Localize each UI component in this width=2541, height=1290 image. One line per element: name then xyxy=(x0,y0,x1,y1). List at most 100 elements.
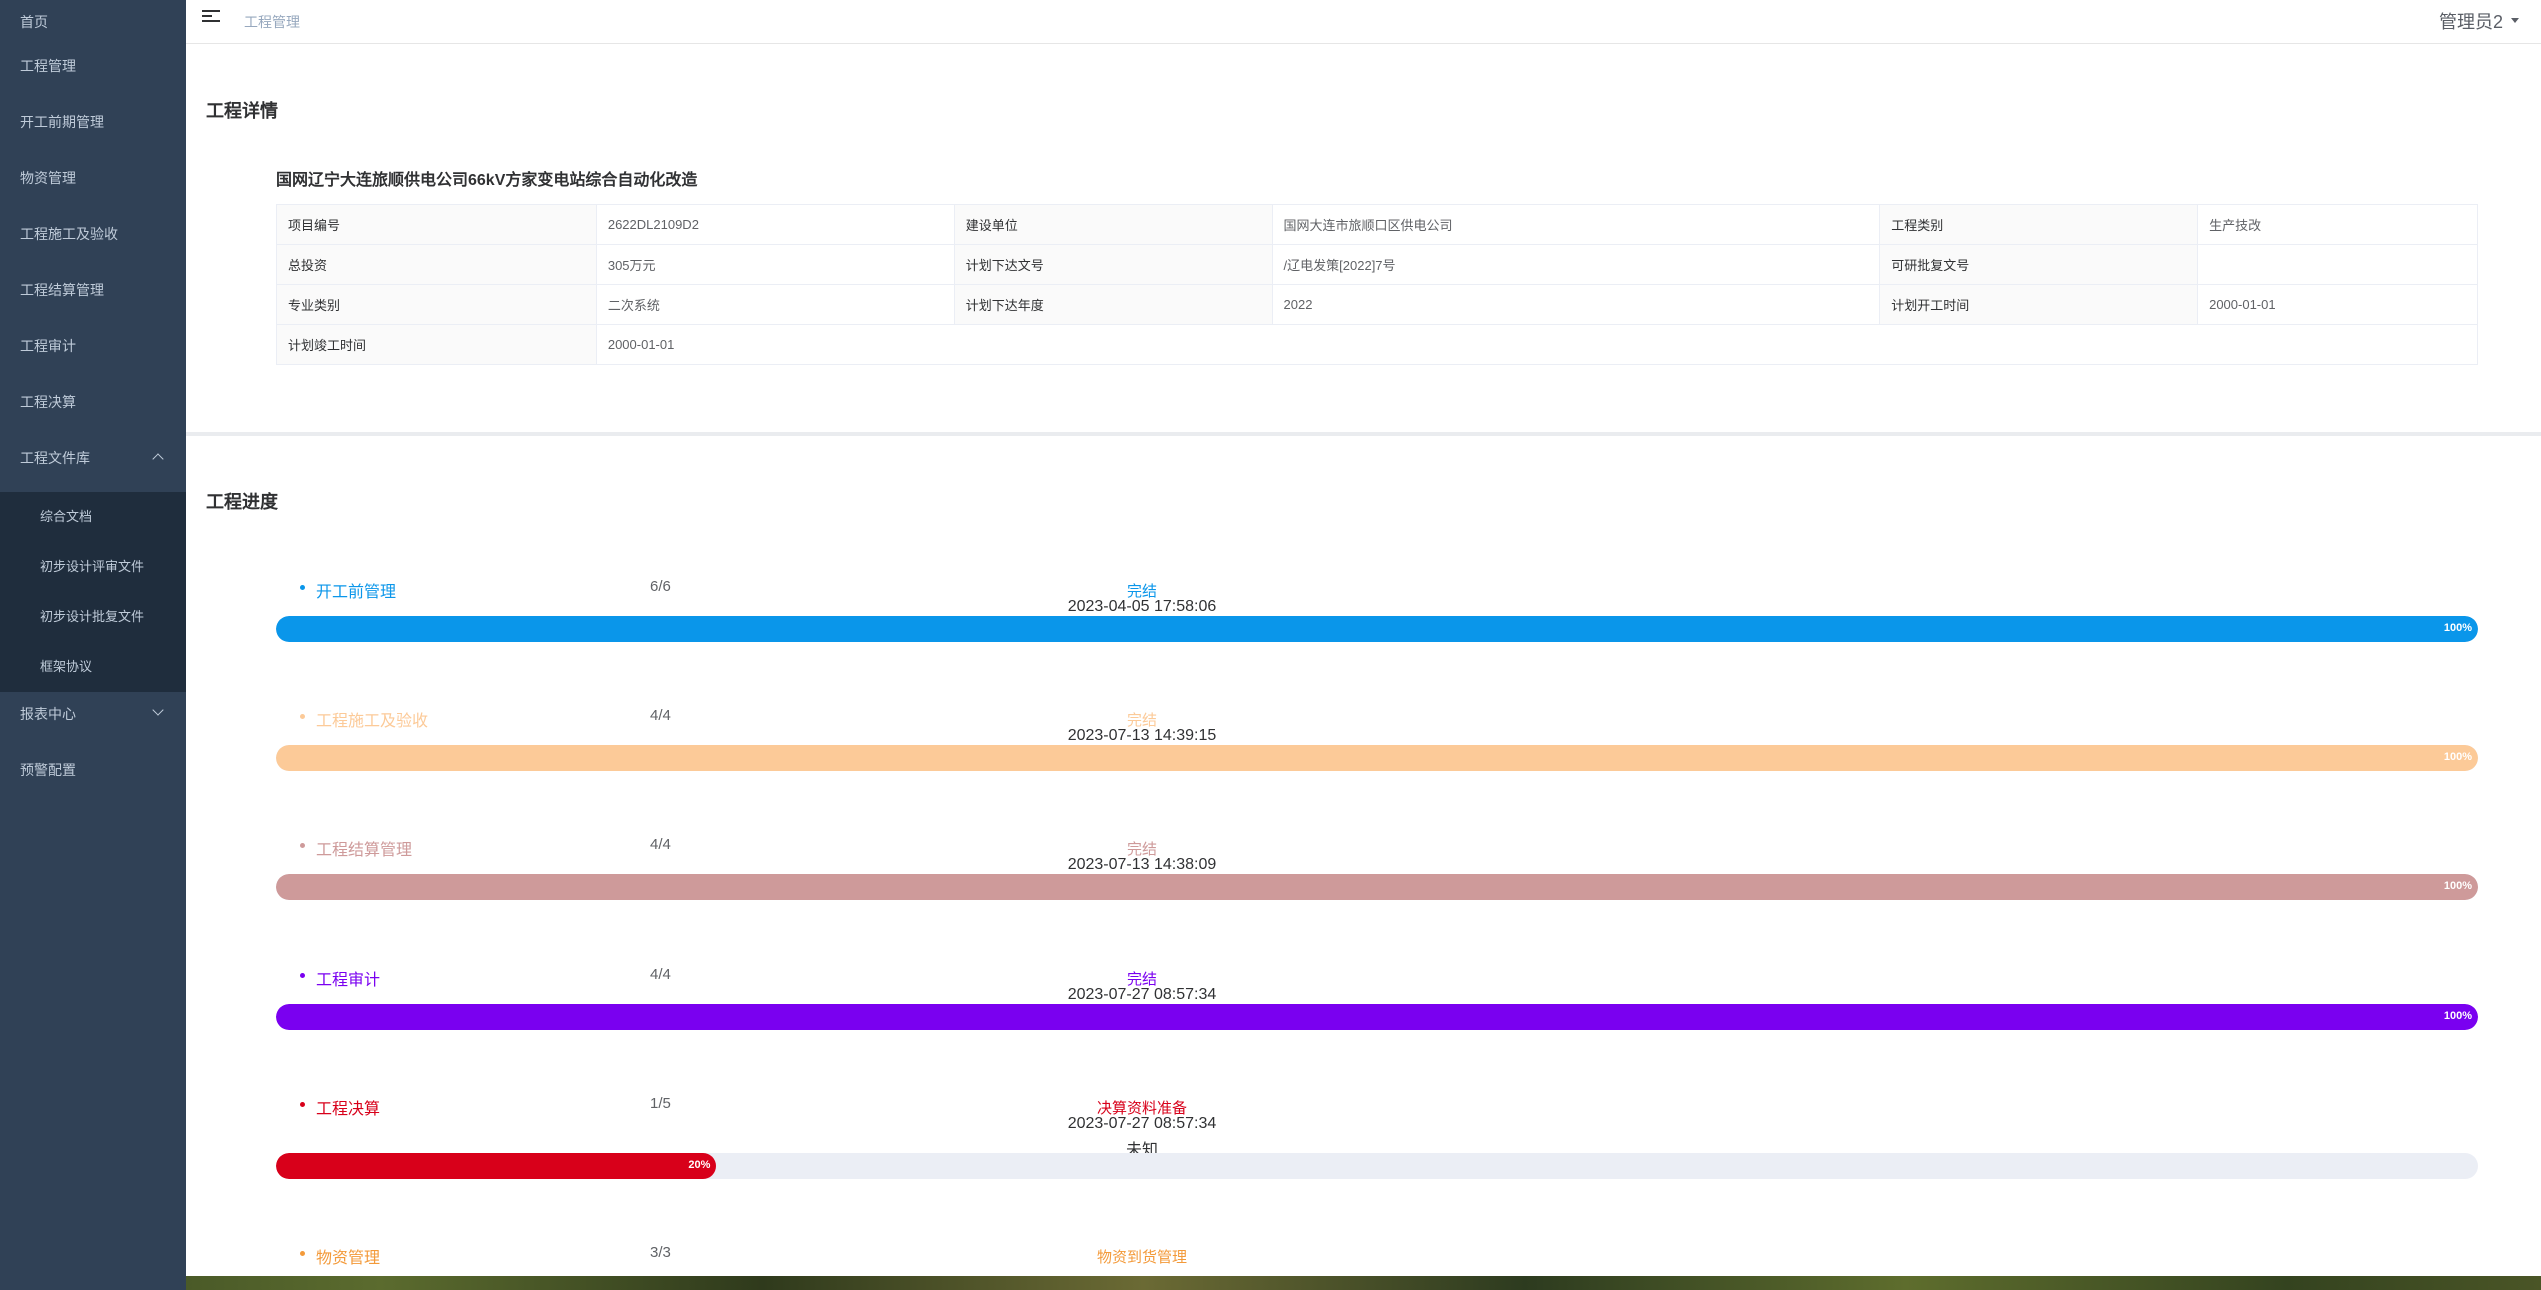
sidebar-subitem-framework-agreement[interactable]: 框架协议 xyxy=(0,642,186,692)
sidebar-item-home[interactable]: 首页 xyxy=(0,0,186,44)
step-time: 2023-07-27 08:57:34 xyxy=(1067,986,1217,1003)
breadcrumb[interactable]: 工程管理 xyxy=(244,12,300,32)
bullet-dot-icon xyxy=(300,714,305,719)
sidebar-item-label: 工程结算管理 xyxy=(20,282,104,298)
sidebar-item-label: 开工前期管理 xyxy=(20,114,104,130)
user-menu[interactable]: 管理员2 xyxy=(2439,8,2503,34)
table-label: 计划下达文号 xyxy=(953,244,1273,285)
sidebar-item-label: 工程文件库 xyxy=(20,450,90,466)
sidebar-item-settlement[interactable]: 工程结算管理 xyxy=(0,268,186,324)
table-row: 项目编号 2622DL2109D2 建设单位 国网大连市旅顺口区供电公司 工程类… xyxy=(276,204,2478,245)
progress-step: 工程审计 4/4 完结 2023-07-27 08:57:34 100% xyxy=(276,962,2478,1062)
step-name[interactable]: 工程结算管理 xyxy=(316,836,412,860)
step-status: 物资到货管理 xyxy=(1096,1249,1187,1266)
sidebar-item-label: 首页 xyxy=(20,14,48,30)
sidebar-item-file-library[interactable]: 工程文件库 xyxy=(0,436,186,492)
bullet-dot-icon xyxy=(300,585,305,590)
bullet-dot-icon xyxy=(300,973,305,978)
progress-bar-track: 20% xyxy=(276,1153,2478,1179)
table-value: 305万元 xyxy=(595,244,955,285)
table-label: 工程类别 xyxy=(1879,204,2199,245)
sidebar-item-label: 预警配置 xyxy=(20,762,76,778)
step-time: 2023-07-27 08:57:34 xyxy=(1067,1115,1217,1132)
step-time: 2023-04-05 17:58:06 xyxy=(1067,598,1217,615)
sidebar-item-pre-construction[interactable]: 开工前期管理 xyxy=(0,100,186,156)
table-label: 可研批复文号 xyxy=(1879,244,2199,285)
table-label: 总投资 xyxy=(276,244,597,285)
bullet-dot-icon xyxy=(300,1102,305,1107)
table-value: 2022 xyxy=(1271,284,1881,325)
hamburger-menu-icon[interactable] xyxy=(202,10,220,24)
table-label: 专业类别 xyxy=(276,284,597,325)
step-name[interactable]: 工程施工及验收 xyxy=(316,707,428,731)
step-time: 2023-07-13 14:39:15 xyxy=(1067,727,1217,744)
table-label: 计划开工时间 xyxy=(1879,284,2199,325)
progress-bar-track: 100% xyxy=(276,1004,2478,1030)
sidebar-item-audit[interactable]: 工程审计 xyxy=(0,324,186,380)
file-library-submenu: 综合文档 初步设计评审文件 初步设计批复文件 框架协议 xyxy=(0,492,186,692)
bullet-dot-icon xyxy=(300,1251,305,1256)
chevron-down-icon xyxy=(152,704,164,716)
bullet-dot-icon xyxy=(300,843,305,848)
sidebar-item-construction-acceptance[interactable]: 工程施工及验收 xyxy=(0,212,186,268)
caret-down-icon[interactable] xyxy=(2511,18,2519,23)
table-value: 2000-01-01 xyxy=(595,324,2479,365)
table-value: 二次系统 xyxy=(595,284,955,325)
sidebar-item-label: 报表中心 xyxy=(20,706,76,722)
table-value: 生产技改 xyxy=(2197,204,2478,245)
table-label: 计划竣工时间 xyxy=(276,324,597,365)
table-value: /辽电发策[2022]7号 xyxy=(1271,244,1881,285)
sidebar-subitem-design-review[interactable]: 初步设计评审文件 xyxy=(0,542,186,592)
section-divider xyxy=(186,432,2541,436)
sidebar-item-label: 工程施工及验收 xyxy=(20,226,118,242)
progress-bar-track: 100% xyxy=(276,616,2478,642)
table-value: 2622DL2109D2 xyxy=(595,204,955,245)
table-value: 国网大连市旅顺口区供电公司 xyxy=(1271,204,1881,245)
navbar: 工程管理 管理员2 xyxy=(186,0,2541,44)
sidebar-item-label: 工程管理 xyxy=(20,58,76,74)
table-row: 计划竣工时间 2000-01-01 xyxy=(276,324,2479,365)
project-info-table: 项目编号 2622DL2109D2 建设单位 国网大连市旅顺口区供电公司 工程类… xyxy=(276,204,2479,365)
sidebar-item-label: 物资管理 xyxy=(20,170,76,186)
progress-step: 工程结算管理 4/4 完结 2023-07-13 14:38:09 100% xyxy=(276,832,2478,932)
sidebar-item-label: 工程决算 xyxy=(20,394,76,410)
step-count: 4/4 xyxy=(650,966,671,983)
project-name: 国网辽宁大连旅顺供电公司66kV方家变电站综合自动化改造 xyxy=(276,172,698,189)
progress-bar-track: 100% xyxy=(276,874,2478,900)
table-value xyxy=(2197,244,2478,285)
step-name[interactable]: 开工前管理 xyxy=(316,578,396,602)
sidebar-item-project-management[interactable]: 工程管理 xyxy=(0,44,186,100)
sidebar-item-report-center[interactable]: 报表中心 xyxy=(0,692,186,748)
sidebar-item-label: 框架协议 xyxy=(40,659,93,674)
progress-percent-label: 100% xyxy=(2443,880,2472,892)
progress-section-title: 工程进度 xyxy=(206,492,278,512)
sidebar-item-warning-config[interactable]: 预警配置 xyxy=(0,748,186,804)
sidebar-item-final-accounts[interactable]: 工程决算 xyxy=(0,380,186,436)
progress-bar-fill: 100% xyxy=(276,745,2478,771)
progress-percent-label: 20% xyxy=(688,1159,711,1171)
progress-bar-fill: 100% xyxy=(276,1004,2478,1030)
step-name[interactable]: 工程审计 xyxy=(316,966,380,990)
progress-percent-label: 100% xyxy=(2443,622,2472,634)
step-name[interactable]: 工程决算 xyxy=(316,1095,380,1119)
step-count: 1/5 xyxy=(650,1095,671,1112)
step-name[interactable]: 物资管理 xyxy=(316,1244,380,1268)
progress-bar-fill: 100% xyxy=(276,616,2478,642)
progress-percent-label: 100% xyxy=(2443,1010,2472,1022)
table-row: 专业类别 二次系统 计划下达年度 2022 计划开工时间 2000-01-01 xyxy=(276,284,2478,325)
main-content: 工程管理 管理员2 工程详情 国网辽宁大连旅顺供电公司66kV方家变电站综合自动… xyxy=(186,0,2541,1276)
progress-bar-fill: 20% xyxy=(276,1153,717,1179)
sidebar: 首页 工程管理 开工前期管理 物资管理 工程施工及验收 工程结算管理 工程审计 … xyxy=(0,0,186,1290)
sidebar-item-materials[interactable]: 物资管理 xyxy=(0,156,186,212)
sidebar-item-label: 综合文档 xyxy=(40,509,93,524)
sidebar-subitem-general-docs[interactable]: 综合文档 xyxy=(0,492,186,542)
sidebar-subitem-design-approval[interactable]: 初步设计批复文件 xyxy=(0,592,186,642)
progress-step: 开工前管理 6/6 完结 2023-04-05 17:58:06 100% xyxy=(276,574,2478,674)
progress-step: 工程施工及验收 4/4 完结 2023-07-13 14:39:15 100% xyxy=(276,703,2478,803)
progress-bar-track: 100% xyxy=(276,745,2478,771)
progress-bar-fill: 100% xyxy=(276,874,2478,900)
detail-section-title: 工程详情 xyxy=(206,101,278,121)
step-count: 6/6 xyxy=(650,578,671,595)
chevron-up-icon xyxy=(152,453,164,465)
progress-percent-label: 100% xyxy=(2443,751,2472,763)
